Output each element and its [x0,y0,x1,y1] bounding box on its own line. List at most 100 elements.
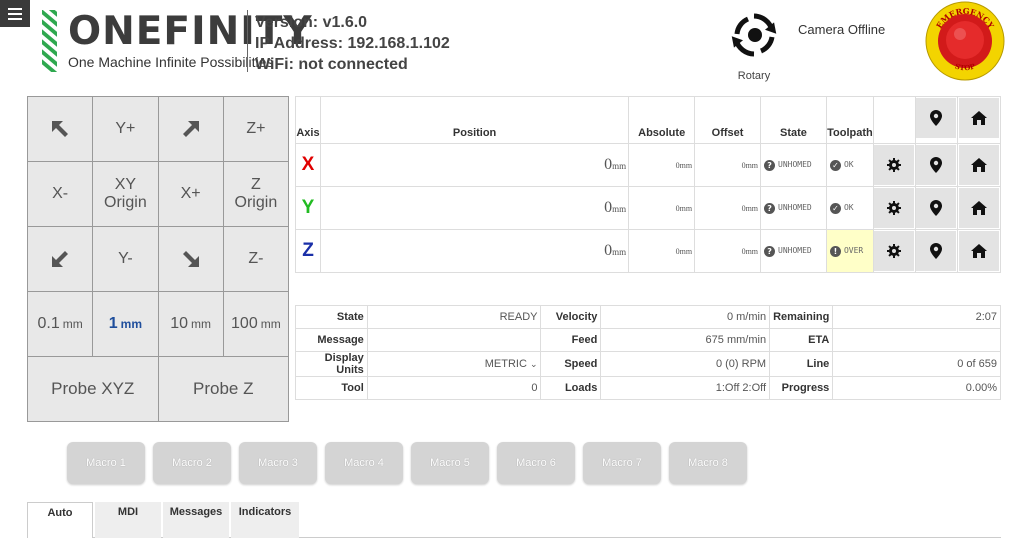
macro-5-button[interactable]: Macro 5 [411,442,489,484]
macro-2-button[interactable]: Macro 2 [153,442,231,484]
toolpath-cell: ✓ OK [825,143,874,187]
map-marker-icon [930,110,943,126]
hamburger-menu-button[interactable] [0,0,30,27]
absolute-header: Absolute [628,96,696,144]
tab-auto[interactable]: Auto [27,502,93,538]
macro-8-button[interactable]: Macro 8 [669,442,747,484]
step-value: 10 [170,315,189,332]
set-position-button-z[interactable] [916,231,957,271]
absolute-cell: 0mm [628,229,696,273]
chevron-down-icon: ⌄ [529,359,538,369]
axis-settings-button-x[interactable] [874,145,915,185]
toolpath-value: OK [843,202,854,212]
axis-settings-button-z[interactable] [874,231,915,271]
home-icon [970,201,987,215]
macro-3-button[interactable]: Macro 3 [239,442,317,484]
jog-xplus-yminus-button[interactable] [158,227,223,291]
emergency-stop-button[interactable]: EMERGENCY STOP [924,0,1006,82]
logo-tagline: One Machine Infinite Possibilities [68,54,274,70]
tab-mdi[interactable]: MDI [95,502,161,538]
line-value: 0 of 659 [832,351,1001,377]
eta-label: ETA [769,328,834,352]
axis-letter: Y [295,186,321,230]
jog-yplus-button[interactable]: Y+ [93,97,158,161]
state-value: UNHOMED [778,245,812,255]
map-marker-icon [930,157,943,173]
offset-header: Offset [694,96,762,144]
jog-xplus-yplus-button[interactable] [158,97,223,161]
axis-letter: Z [295,229,321,273]
gear-icon [887,158,902,172]
home-icon [970,244,987,258]
axes-table: Axis Position Absolute Offset State Tool… [295,96,1002,273]
probe-xyz-button[interactable]: Probe XYZ [28,357,158,421]
home-all-button[interactable] [958,98,999,138]
offset-unit: mm [745,246,759,256]
toolpath-value: OVER [843,245,864,255]
blank-header [872,96,916,144]
emergency-stop-icon: EMERGENCY STOP [925,1,1005,81]
step-0.1-button[interactable]: 0.1 mm [28,292,93,356]
jog-zminus-button[interactable]: Z- [223,227,288,291]
toolpath-cell-warning: ! OVER [825,229,874,273]
set-position-button-x[interactable] [916,145,957,185]
tab-messages[interactable]: Messages [163,502,229,538]
xy-origin-button[interactable]: XY Origin [93,162,158,226]
home-button-z[interactable] [958,231,999,271]
status-row: Message Feed 675 mm/min ETA [295,328,1001,352]
axis-letter: X [295,143,321,187]
state-label: State [295,305,368,329]
offset-cell: 0mm [694,143,762,187]
question-circle-icon: ? [764,159,776,171]
message-value [366,328,542,352]
step-unit: mm [120,317,142,331]
position-value: 0 [604,156,613,173]
position-header: Position [319,96,630,144]
xy-origin-label: XY Origin [104,176,147,211]
line-label: Line [769,351,834,377]
probe-z-button[interactable]: Probe Z [158,357,288,421]
jog-xminus-yminus-button[interactable] [28,227,93,291]
step-100-button[interactable]: 100 mm [223,292,288,356]
state-value: UNHOMED [778,202,812,212]
display-units-select[interactable]: METRIC ⌄ [366,351,542,377]
step-unit: mm [62,317,83,331]
home-button-x[interactable] [958,145,999,185]
axis-settings-button-y[interactable] [874,188,915,228]
progress-label: Progress [769,376,834,400]
jog-xminus-button[interactable]: X- [28,162,93,226]
macro-6-button[interactable]: Macro 6 [497,442,575,484]
offset-cell: 0mm [694,229,762,273]
set-position-button-y[interactable] [916,188,957,228]
display-units-value: METRIC [484,358,527,370]
home-icon [970,111,987,125]
jog-yminus-button[interactable]: Y- [93,227,158,291]
tab-indicators[interactable]: Indicators [231,502,299,538]
macro-4-button[interactable]: Macro 4 [325,442,403,484]
step-1-button[interactable]: 1 mm [93,292,158,356]
macro-7-button[interactable]: Macro 7 [583,442,661,484]
loads-label: Loads [540,376,602,400]
home-button-y[interactable] [958,188,999,228]
jog-xminus-yplus-button[interactable] [28,97,93,161]
position-cell: 0mm [319,229,630,273]
step-value: 0.1 [37,315,60,332]
z-origin-button[interactable]: Z Origin [223,162,288,226]
step-unit: mm [191,317,212,331]
tool-value: 0 [366,376,542,400]
rotary-toggle[interactable]: Rotary [725,10,783,82]
remaining-label: Remaining [769,305,834,329]
jog-zplus-button[interactable]: Z+ [223,97,288,161]
map-marker-icon [930,200,943,216]
jog-xplus-button[interactable]: X+ [158,162,223,226]
step-10-button[interactable]: 10 mm [158,292,223,356]
menu-bar [8,17,22,20]
state-header: State [760,96,827,144]
set-position-all-button[interactable] [916,98,957,138]
toolpath-header: Toolpath [825,96,874,144]
camera-status: Camera Offline [798,22,886,37]
feed-value: 675 mm/min [600,328,771,352]
position-cell: 0mm [319,143,630,187]
gear-icon [887,244,902,258]
macro-1-button[interactable]: Macro 1 [67,442,145,484]
